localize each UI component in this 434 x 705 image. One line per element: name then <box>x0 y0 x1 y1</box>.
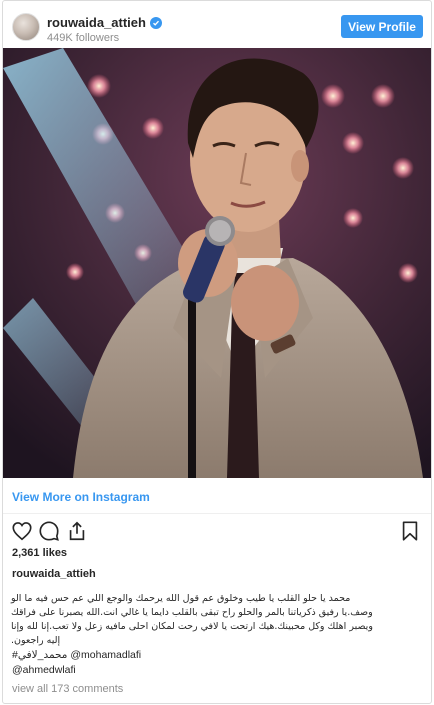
heart-icon[interactable] <box>11 520 33 542</box>
view-more-link[interactable]: View More on Instagram <box>12 490 150 504</box>
view-more-bar: View More on Instagram <box>3 478 431 514</box>
hashtag-mention-line[interactable]: #محمد_لافي @mohamadlafi <box>12 649 141 661</box>
post-header: rouwaida_attieh 449K followers View Prof… <box>3 1 431 53</box>
post-photo[interactable] <box>3 48 431 478</box>
share-icon[interactable] <box>66 520 88 542</box>
view-comments-link[interactable]: view all 173 comments <box>12 683 123 695</box>
caption-line: وصف.يا رفيق ذكرياتنا بالمر والحلو راح تب… <box>11 607 373 618</box>
singer-photo <box>3 48 431 478</box>
follower-count: 449K followers <box>47 32 120 44</box>
verified-badge-icon <box>149 16 162 29</box>
mention-link[interactable]: @ahmedwlafi <box>12 664 76 676</box>
avatar[interactable] <box>12 13 40 41</box>
caption-text: محمد يا حلو القلب يا طيب وخلوق عم قول ال… <box>11 592 425 648</box>
caption-line: إليه راجعون. <box>11 635 61 646</box>
username-row: rouwaida_attieh <box>47 15 162 30</box>
view-profile-button[interactable]: View Profile <box>341 15 423 38</box>
like-count: 2,361 likes <box>12 547 68 559</box>
bookmark-icon[interactable] <box>399 520 421 542</box>
caption-line: محمد يا حلو القلب يا طيب وخلوق عم قول ال… <box>11 593 351 604</box>
instagram-embed: rouwaida_attieh 449K followers View Prof… <box>2 0 432 704</box>
comment-bubble-icon[interactable] <box>38 520 60 542</box>
caption-line: ويصبر اهلك وكل محبينك.هيك ارتحت يا لافي … <box>11 621 373 632</box>
username-link[interactable]: rouwaida_attieh <box>47 15 146 30</box>
caption-username[interactable]: rouwaida_attieh <box>12 568 96 580</box>
action-bar <box>3 516 431 546</box>
